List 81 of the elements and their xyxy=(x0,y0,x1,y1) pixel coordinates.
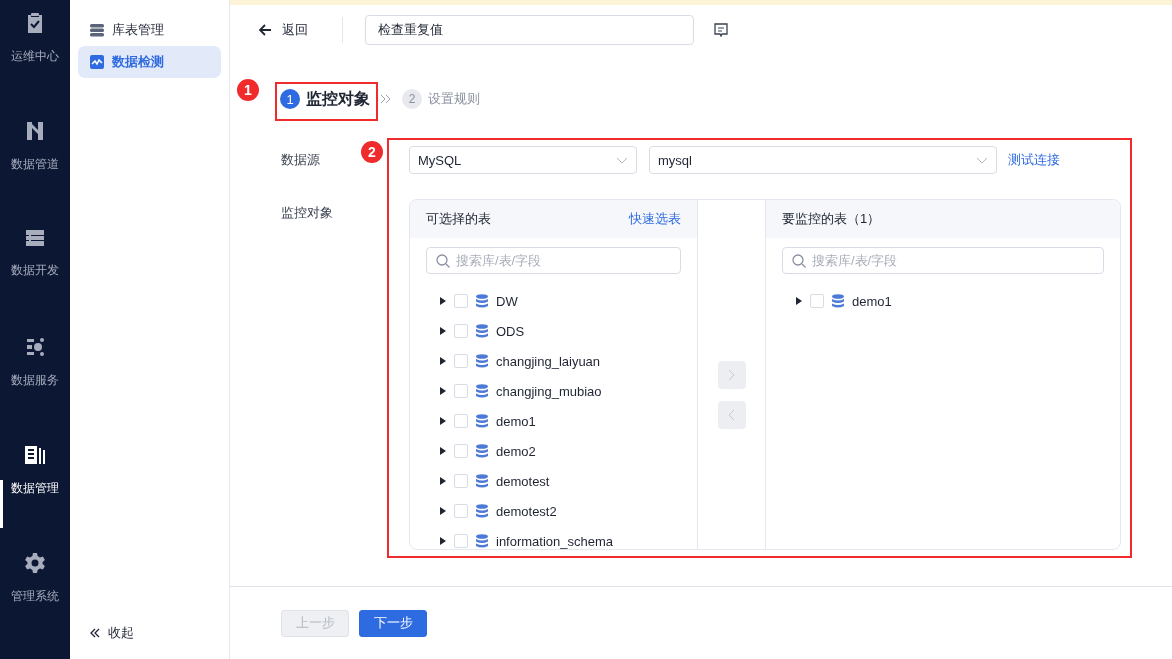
collapse-button[interactable]: 收起 xyxy=(78,621,221,645)
panel-title: 可选择的表 xyxy=(426,210,491,228)
expand-arrow-icon[interactable] xyxy=(440,417,446,425)
pipeline-icon xyxy=(25,120,45,142)
sidebar-item[interactable]: 库表管理 xyxy=(78,14,221,46)
database-icon xyxy=(476,444,488,458)
double-chevron-icon xyxy=(380,94,392,104)
checkbox[interactable] xyxy=(454,354,468,368)
expand-arrow-icon[interactable] xyxy=(796,297,802,305)
expand-arrow-icon[interactable] xyxy=(440,297,446,305)
checkbox[interactable] xyxy=(454,444,468,458)
checkbox[interactable] xyxy=(810,294,824,308)
step-tab[interactable]: 1 监控对象 xyxy=(280,88,370,110)
task-name-field[interactable]: 检查重复值 xyxy=(365,15,694,45)
clipboard-icon xyxy=(25,12,45,34)
annotation-badge: 1 xyxy=(237,79,259,101)
nodes-icon xyxy=(25,336,45,358)
document-icon xyxy=(24,444,46,466)
step-button[interactable]: 下一步 xyxy=(359,609,427,637)
checkbox[interactable] xyxy=(454,294,468,308)
database-name: demo2 xyxy=(496,443,536,459)
chevron-down-icon xyxy=(976,156,988,164)
field-label: 数据源 xyxy=(281,151,321,169)
database-name: demo1 xyxy=(496,413,536,429)
checkbox[interactable] xyxy=(454,474,468,488)
nav-item[interactable]: 数据服务 xyxy=(0,334,70,442)
sidebar-item[interactable]: 数据检测 xyxy=(78,46,221,78)
database-icon xyxy=(476,474,488,488)
nav-item[interactable]: 管理系统 xyxy=(0,550,70,658)
database-icon xyxy=(90,23,104,37)
expand-arrow-icon[interactable] xyxy=(440,537,446,545)
expand-arrow-icon[interactable] xyxy=(440,477,446,485)
database-icon xyxy=(476,324,488,338)
database-name: DW xyxy=(496,293,518,309)
expand-arrow-icon[interactable] xyxy=(440,447,446,455)
quick-select-link[interactable]: 快速选表 xyxy=(629,210,681,228)
checkbox[interactable] xyxy=(454,534,468,548)
database-name: demotest xyxy=(496,473,550,489)
checkbox[interactable] xyxy=(454,324,468,338)
database-name: demotest2 xyxy=(496,503,557,519)
source-type-select[interactable]: MySQL xyxy=(409,146,637,174)
back-button[interactable]: 返回 xyxy=(259,21,308,39)
checkbox[interactable] xyxy=(454,504,468,518)
stack-icon xyxy=(25,228,45,248)
chevron-icon xyxy=(728,408,735,421)
chevron-icon xyxy=(728,368,735,381)
nav-item[interactable]: 数据管道 xyxy=(0,118,70,226)
search-icon xyxy=(436,253,450,268)
database-icon xyxy=(476,294,488,308)
nav-item[interactable]: 数据管理 xyxy=(0,442,70,550)
field-label: 监控对象 xyxy=(281,204,334,222)
arrow-left-icon xyxy=(259,24,272,36)
nav-item[interactable]: 运维中心 xyxy=(0,10,70,118)
nav-item[interactable]: 数据开发 xyxy=(0,226,70,334)
expand-arrow-icon[interactable] xyxy=(440,387,446,395)
database-icon xyxy=(476,354,488,368)
database-name: demo1 xyxy=(852,293,892,309)
database-name: information_schema xyxy=(496,533,614,549)
expand-arrow-icon[interactable] xyxy=(440,507,446,515)
panel-title: 要监控的表（1） xyxy=(782,210,881,228)
chart-icon xyxy=(90,55,104,69)
source-name-select[interactable]: mysql xyxy=(649,146,997,174)
database-icon xyxy=(476,414,488,428)
expand-arrow-icon[interactable] xyxy=(440,327,446,335)
database-icon xyxy=(476,534,488,548)
expand-arrow-icon[interactable] xyxy=(440,357,446,365)
database-name: changjing_laiyuan xyxy=(496,353,601,369)
database-name: changjing_mubiao xyxy=(496,383,602,399)
comment-icon[interactable] xyxy=(714,23,728,37)
database-icon xyxy=(476,384,488,398)
database-name: ODS xyxy=(496,323,525,339)
checkbox[interactable] xyxy=(454,414,468,428)
search-icon xyxy=(792,253,806,268)
database-icon xyxy=(476,504,488,518)
annotation-badge: 2 xyxy=(361,141,383,163)
database-icon xyxy=(832,294,844,308)
settings-icon xyxy=(24,552,46,574)
test-connection-link[interactable]: 测试连接 xyxy=(1008,146,1060,174)
chevron-down-icon xyxy=(616,156,628,164)
checkbox[interactable] xyxy=(454,384,468,398)
double-chevron-icon xyxy=(90,628,100,638)
